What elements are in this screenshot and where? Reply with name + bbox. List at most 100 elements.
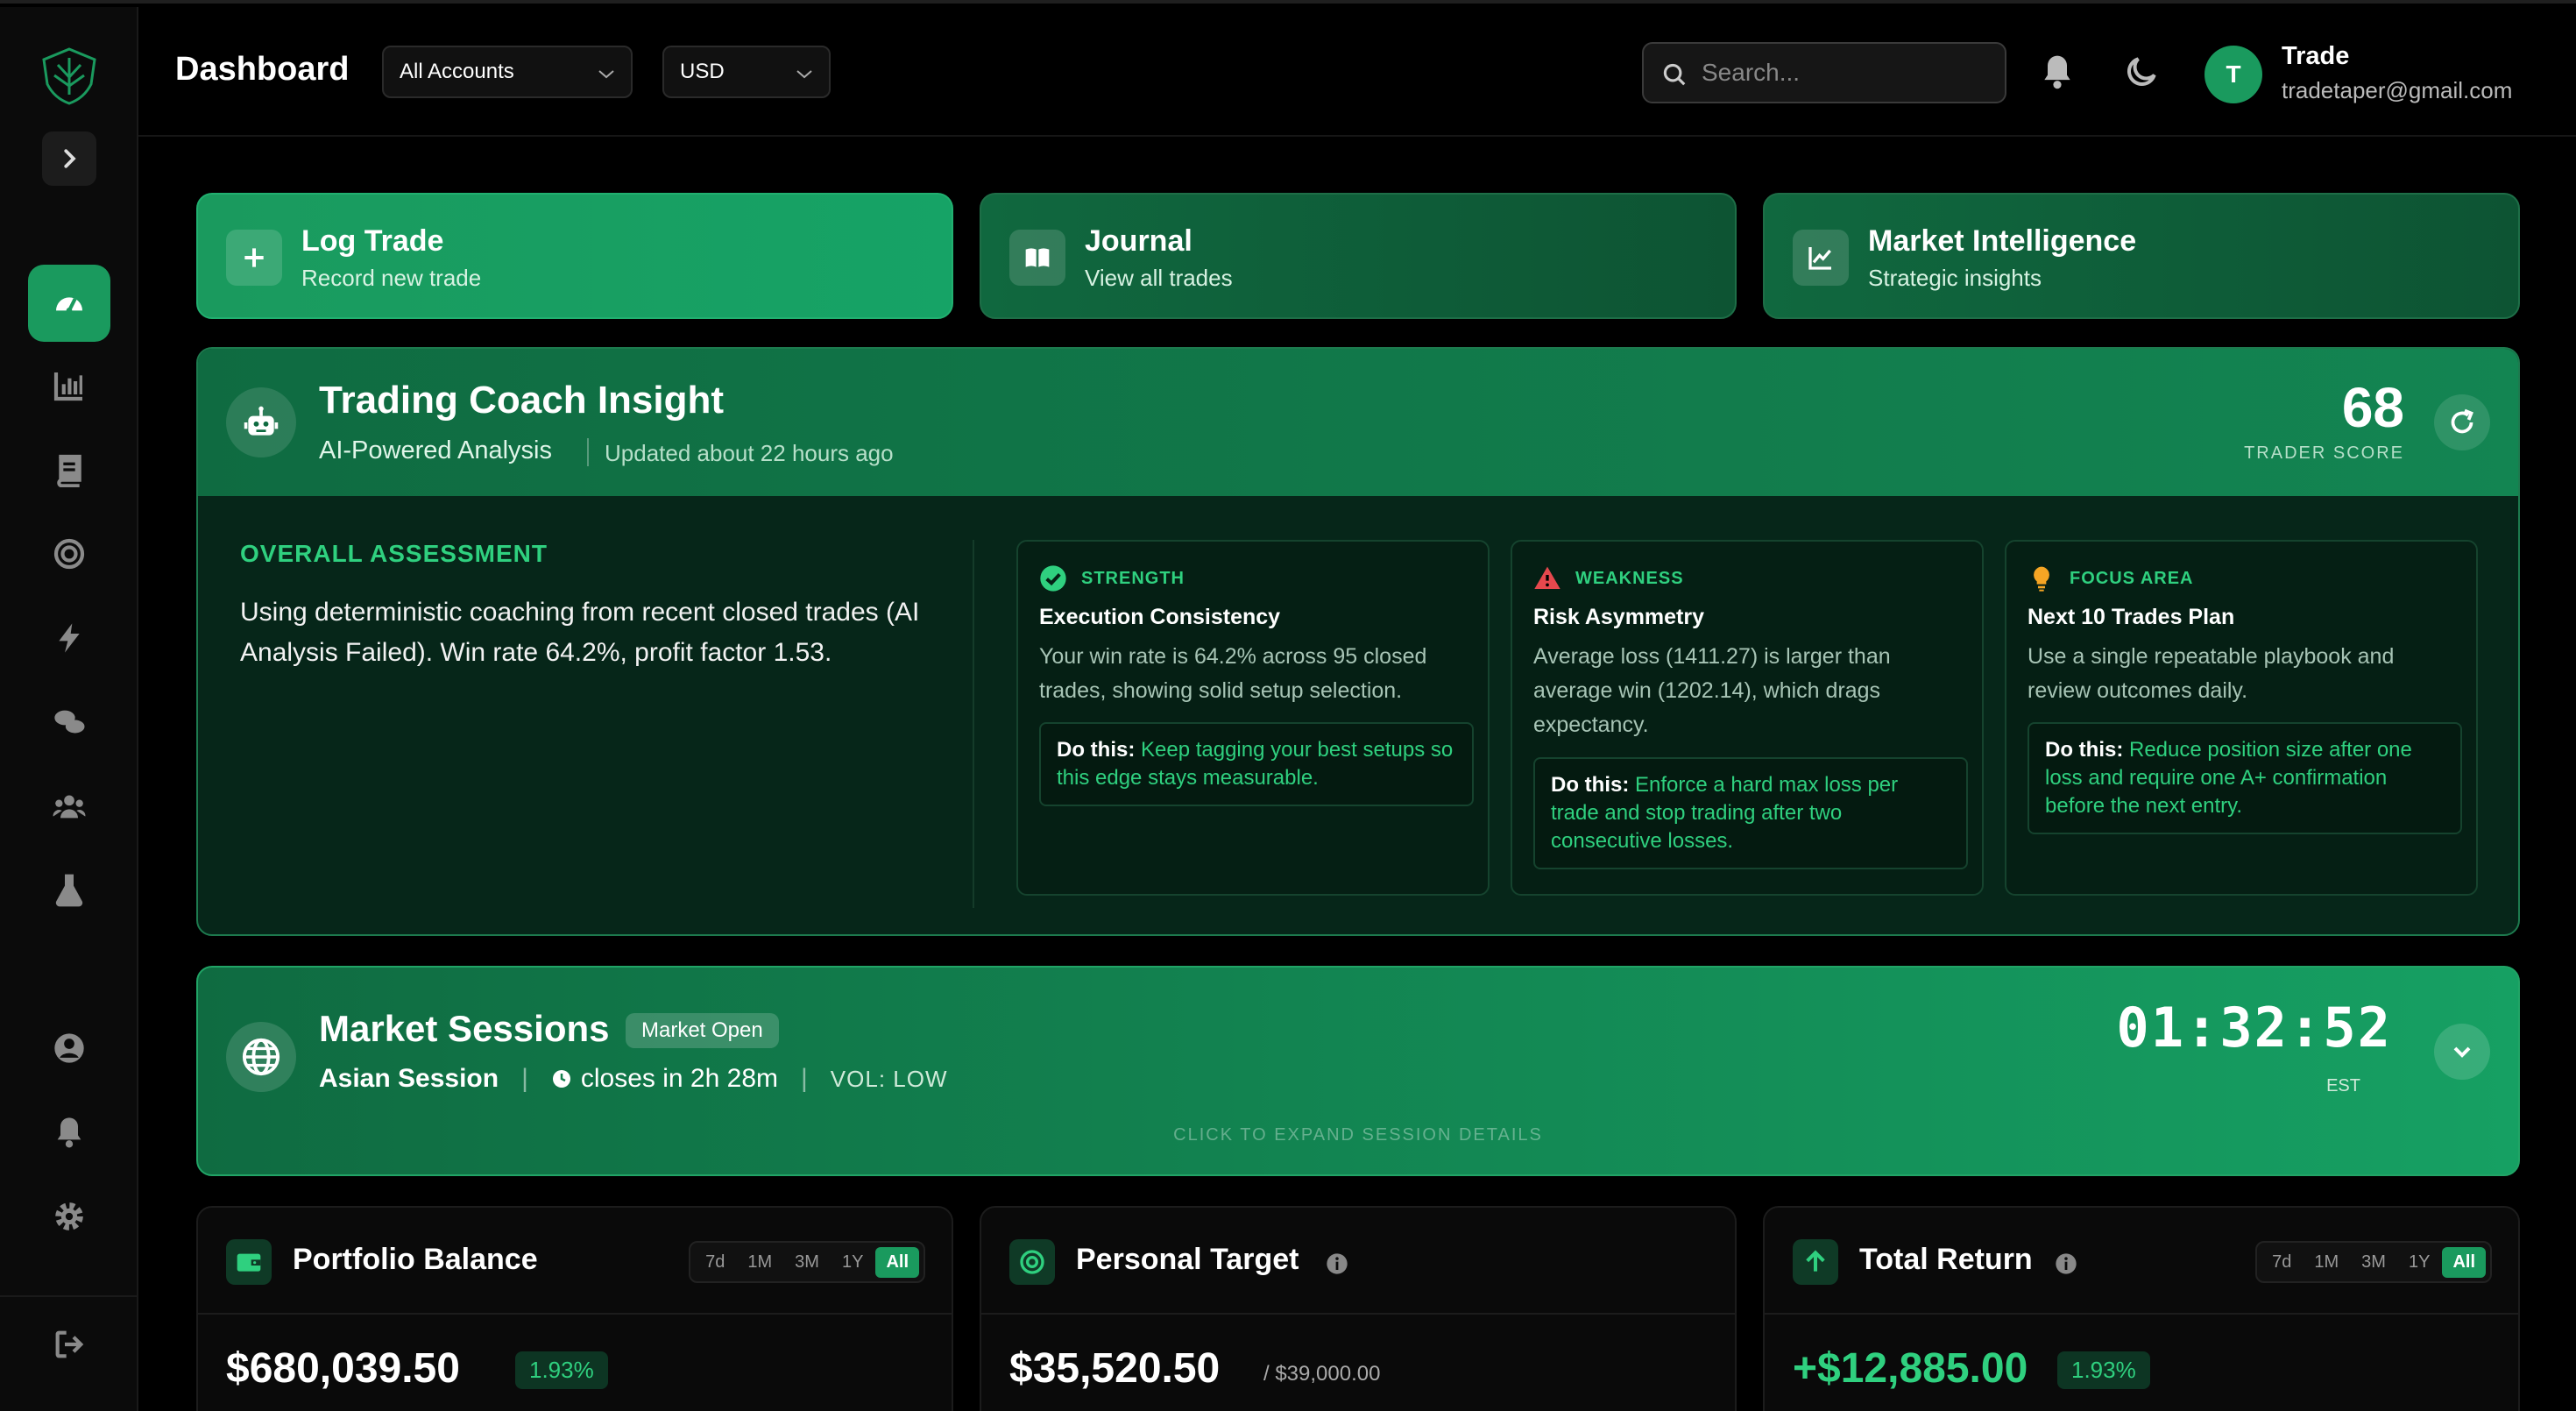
sidebar-divider bbox=[0, 1295, 137, 1297]
account-select[interactable]: All Accounts bbox=[382, 46, 633, 98]
portfolio-balance-title: Portfolio Balance bbox=[293, 1243, 538, 1276]
range-all[interactable]: All bbox=[2442, 1246, 2486, 1278]
sessions-title: Market Sessions bbox=[319, 1008, 610, 1049]
info-icon[interactable] bbox=[2054, 1251, 2078, 1276]
sidebar-item-lab[interactable] bbox=[28, 852, 110, 929]
info-icon[interactable] bbox=[1325, 1251, 1349, 1276]
focus-area-card: FOCUS AREA Next 10 Trades Plan Use a sin… bbox=[2005, 540, 2478, 896]
currency-select[interactable]: USD bbox=[662, 46, 831, 98]
coach-separator bbox=[587, 438, 589, 466]
strength-title: Execution Consistency bbox=[1039, 605, 1281, 629]
chevron-down-icon bbox=[2453, 1046, 2471, 1058]
trading-coach-card: Trading Coach Insight AI-Powered Analysi… bbox=[196, 347, 2520, 936]
sidebar-item-journal[interactable] bbox=[28, 431, 110, 508]
portfolio-balance-value: $680,039.50 bbox=[226, 1345, 460, 1392]
range-7d[interactable]: 7d bbox=[2261, 1247, 2302, 1278]
check-circle-icon bbox=[1040, 565, 1066, 592]
app-window: Dashboard All Accounts USD Search... T T… bbox=[0, 0, 2576, 1411]
session-clock: 01:32:52 bbox=[2116, 996, 2392, 1060]
personal-target-value: $35,520.50 bbox=[1009, 1345, 1221, 1392]
portfolio-change-badge: 1.93% bbox=[515, 1351, 608, 1389]
bell-icon bbox=[57, 1117, 81, 1148]
total-return-card: Total Return 7d 1M 3M 1Y All +$12,885.00… bbox=[1763, 1206, 2520, 1411]
strength-tag: STRENGTH bbox=[1039, 564, 1185, 592]
book-icon bbox=[57, 454, 81, 487]
log-trade-title: Log Trade bbox=[301, 224, 444, 258]
range-3m[interactable]: 3M bbox=[2351, 1247, 2396, 1278]
range-3m[interactable]: 3M bbox=[784, 1247, 830, 1278]
log-trade-button[interactable]: Log Trade Record new trade bbox=[196, 193, 953, 319]
sidebar-item-logout[interactable] bbox=[28, 1306, 110, 1383]
open-book-icon bbox=[1009, 230, 1065, 286]
weakness-action-label: Do this: bbox=[1551, 773, 1630, 797]
total-return-header: Total Return 7d 1M 3M 1Y All bbox=[1765, 1208, 2518, 1315]
sidebar-item-goals[interactable] bbox=[28, 515, 110, 592]
journal-subtitle: View all trades bbox=[1085, 265, 1233, 291]
range-1y[interactable]: 1Y bbox=[2398, 1247, 2440, 1278]
market-intelligence-button[interactable]: Market Intelligence Strategic insights bbox=[1763, 193, 2520, 319]
weakness-text: Average loss (1411.27) is larger than av… bbox=[1533, 644, 1891, 737]
sidebar-expand-button[interactable] bbox=[42, 131, 96, 186]
range-1y[interactable]: 1Y bbox=[832, 1247, 874, 1278]
logout-icon bbox=[55, 1330, 84, 1358]
session-name: Asian Session bbox=[319, 1064, 499, 1093]
sidebar-item-profile[interactable] bbox=[28, 1010, 110, 1087]
refresh-icon bbox=[2451, 408, 2473, 434]
weakness-card: WEAKNESS Risk Asymmetry Average loss (14… bbox=[1511, 540, 1984, 896]
focus-area-title: Next 10 Trades Plan bbox=[2028, 605, 2235, 629]
focus-area-tag-label: FOCUS AREA bbox=[2070, 568, 2194, 588]
chat-icon bbox=[54, 710, 85, 734]
refresh-button[interactable] bbox=[2434, 394, 2490, 450]
weakness-action: Do this: Enforce a hard max loss per tra… bbox=[1533, 757, 1968, 869]
sidebar-item-settings[interactable] bbox=[28, 1178, 110, 1255]
session-closes: closes in 2h 28m bbox=[580, 1064, 778, 1093]
sidebar-item-notifications[interactable] bbox=[28, 1094, 110, 1171]
lightbulb-icon bbox=[2034, 566, 2049, 592]
line-chart-icon bbox=[1793, 230, 1849, 286]
portfolio-balance-header: Portfolio Balance 7d 1M 3M 1Y All bbox=[198, 1208, 952, 1315]
sidebar-item-community[interactable] bbox=[28, 768, 110, 845]
focus-area-tag: FOCUS AREA bbox=[2028, 564, 2193, 592]
strength-text: Your win rate is 64.2% across 95 closed … bbox=[1039, 644, 1427, 703]
app-logo-icon[interactable] bbox=[39, 46, 100, 107]
session-separator: | bbox=[521, 1064, 528, 1093]
warning-triangle-icon bbox=[1534, 566, 1560, 589]
assessment-divider bbox=[973, 540, 974, 908]
total-return-value: +$12,885.00 bbox=[1793, 1345, 2028, 1392]
sidebar-item-strategies[interactable] bbox=[28, 599, 110, 677]
coach-subtitle: AI-Powered Analysis bbox=[319, 436, 552, 464]
moon-icon[interactable] bbox=[2122, 53, 2161, 91]
range-7d[interactable]: 7d bbox=[695, 1247, 735, 1278]
chevron-down-icon bbox=[796, 70, 812, 79]
sidebar-item-chat[interactable] bbox=[28, 684, 110, 761]
lightning-icon bbox=[59, 623, 80, 653]
avatar[interactable]: T bbox=[2204, 46, 2262, 103]
expand-hint: CLICK TO EXPAND SESSION DETAILS bbox=[1173, 1125, 1543, 1145]
portfolio-range-selector: 7d 1M 3M 1Y All bbox=[689, 1241, 925, 1283]
arrow-up-icon bbox=[1793, 1239, 1838, 1285]
assessment-text: Using deterministic coaching from recent… bbox=[240, 598, 920, 667]
range-1m[interactable]: 1M bbox=[737, 1247, 782, 1278]
market-intelligence-subtitle: Strategic insights bbox=[1868, 265, 2042, 291]
sidebar-item-dashboard[interactable] bbox=[28, 265, 110, 342]
strength-action: Do this: Keep tagging your best setups s… bbox=[1039, 722, 1474, 806]
page-title: Dashboard bbox=[175, 51, 350, 88]
globe-icon bbox=[226, 1022, 296, 1092]
session-info-row: Asian Session | closes in 2h 28m | VOL: … bbox=[319, 1064, 948, 1094]
market-sessions-card[interactable]: Market Sessions Market Open Asian Sessio… bbox=[196, 966, 2520, 1176]
total-return-title: Total Return bbox=[1859, 1243, 2033, 1276]
range-1m[interactable]: 1M bbox=[2304, 1247, 2349, 1278]
chevron-down-icon bbox=[598, 70, 614, 79]
range-all[interactable]: All bbox=[875, 1246, 919, 1278]
journal-button[interactable]: Journal View all trades bbox=[980, 193, 1737, 319]
market-status-badge: Market Open bbox=[626, 1013, 779, 1048]
log-trade-subtitle: Record new trade bbox=[301, 265, 482, 291]
return-range-selector: 7d 1M 3M 1Y All bbox=[2255, 1241, 2492, 1283]
sidebar-item-analytics[interactable] bbox=[28, 347, 110, 424]
notifications-bell-icon[interactable] bbox=[2038, 53, 2077, 91]
expand-sessions-button[interactable] bbox=[2434, 1024, 2490, 1080]
search-input[interactable]: Search... bbox=[1642, 42, 2006, 103]
personal-target-card: Personal Target $35,520.50 / $39,000.00 bbox=[980, 1206, 1737, 1411]
coach-title: Trading Coach Insight bbox=[319, 379, 725, 422]
session-volume: VOL: LOW bbox=[830, 1065, 948, 1092]
